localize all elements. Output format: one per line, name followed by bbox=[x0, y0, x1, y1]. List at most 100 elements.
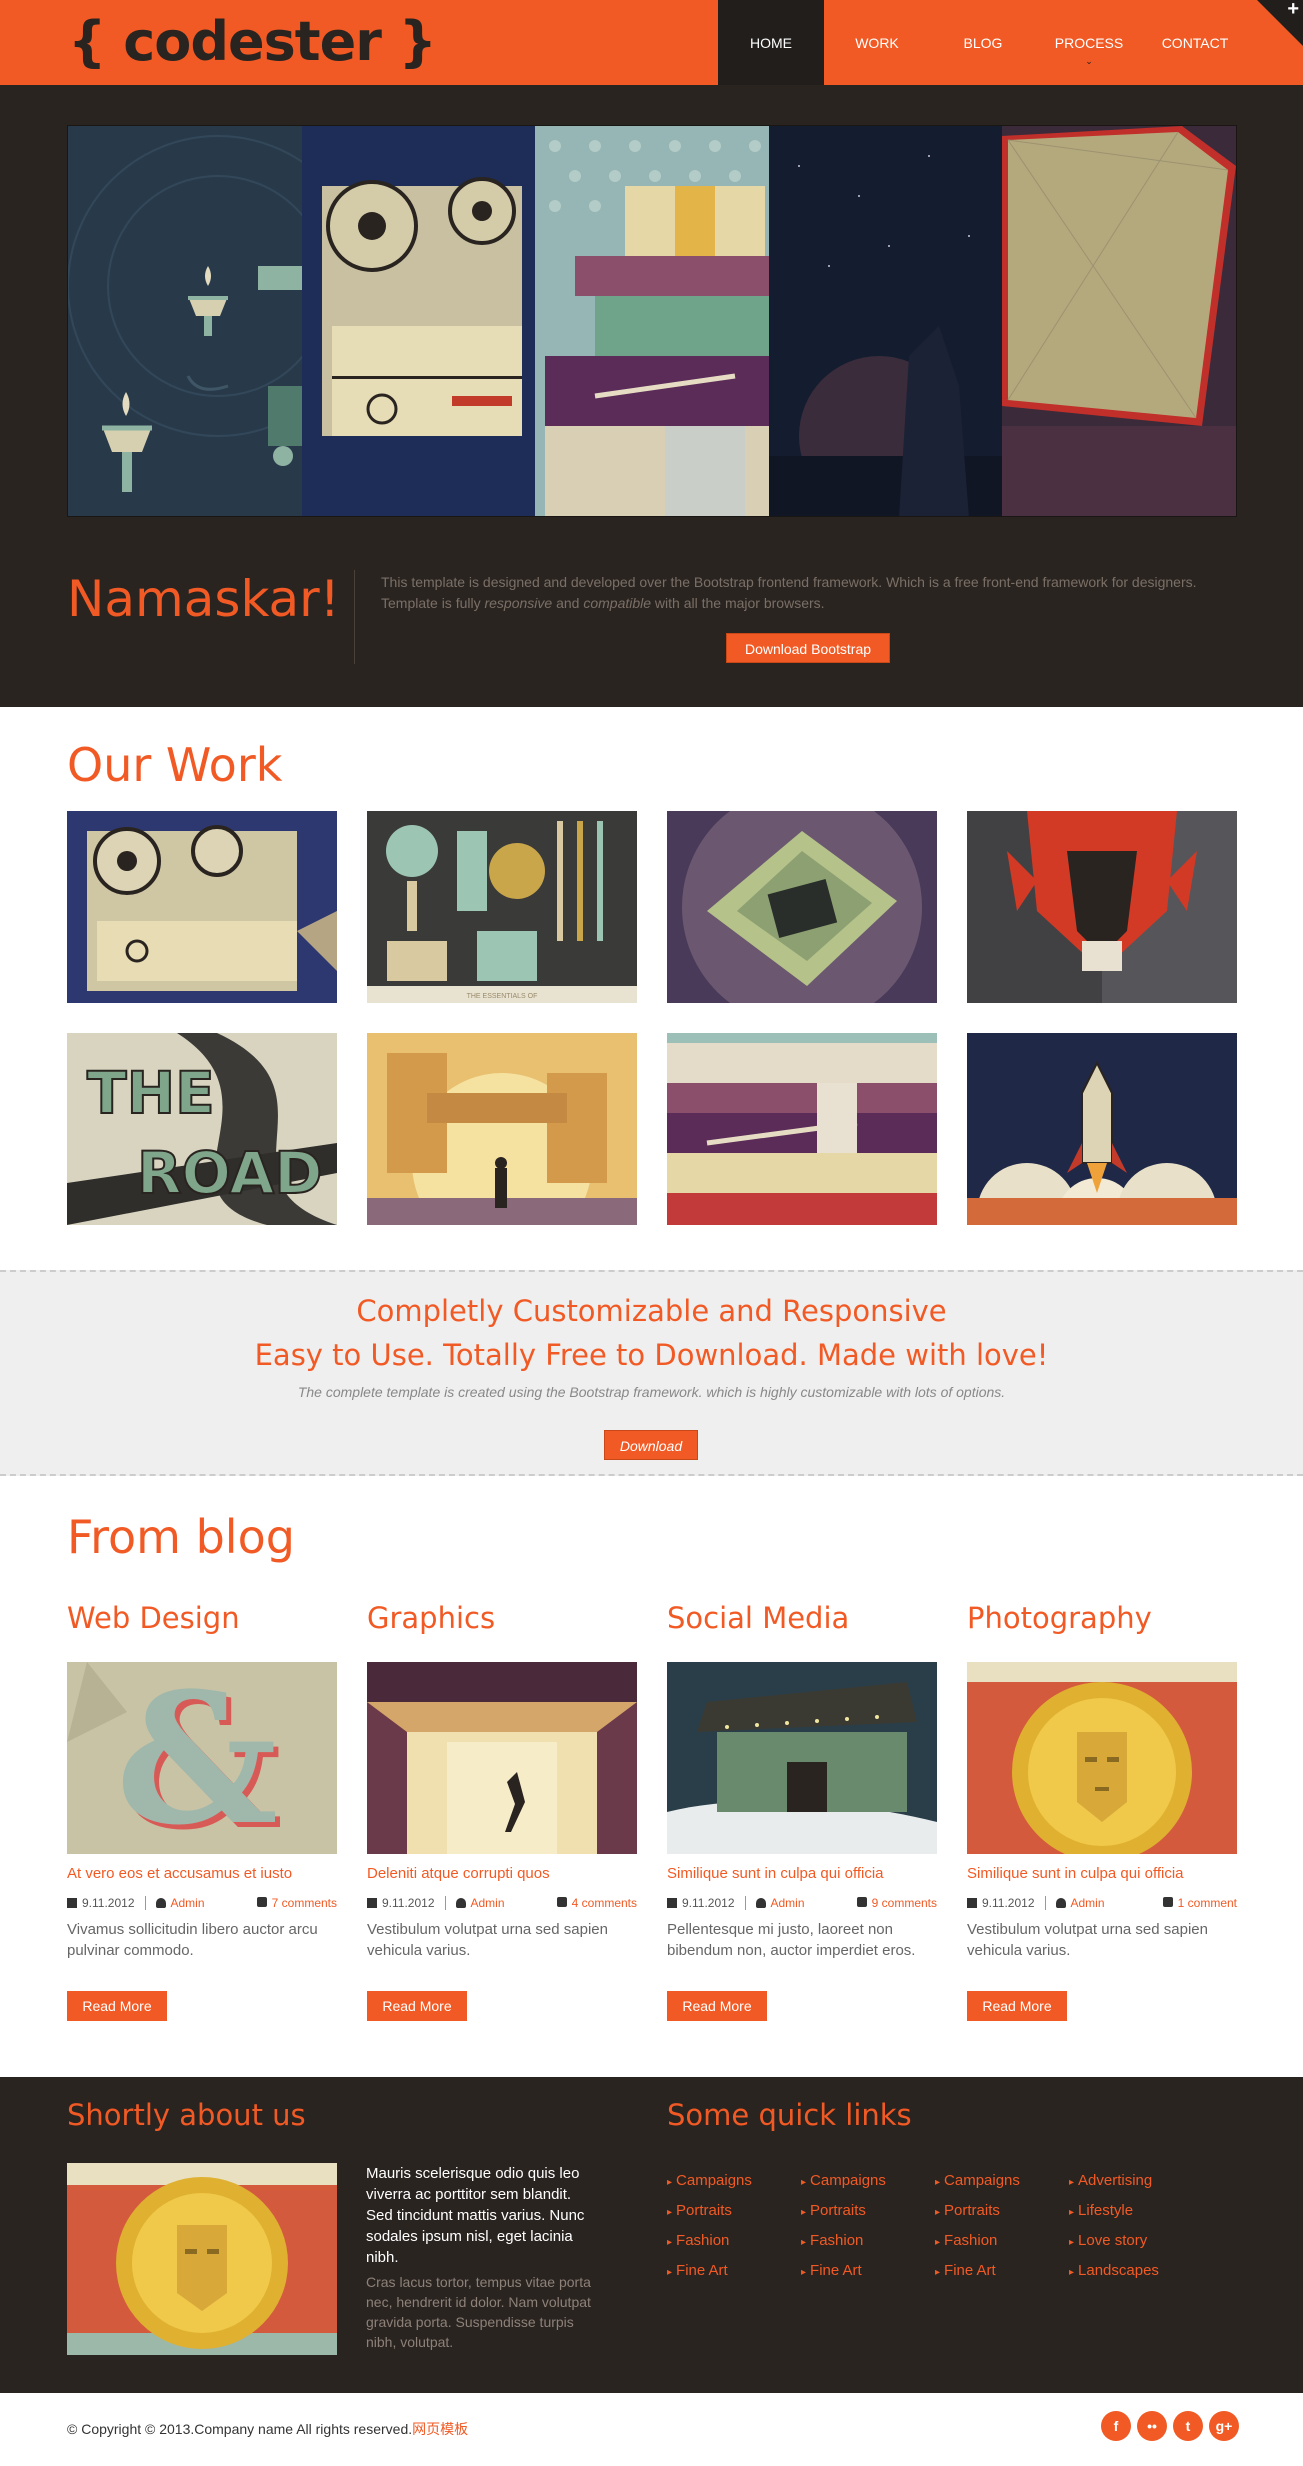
quick-link[interactable]: ▸ Campaigns bbox=[801, 2171, 933, 2201]
chevron-right-icon: ▸ bbox=[801, 2207, 807, 2218]
meta-divider bbox=[444, 1896, 446, 1910]
post-date: 9.11.2012 bbox=[682, 1896, 735, 1910]
nav-blog[interactable]: BLOG bbox=[930, 0, 1036, 85]
blog-post-title[interactable]: At vero eos et accusamus et iusto bbox=[67, 1864, 337, 1884]
about-text-light: Cras lacus tortor, tempus vitae porta ne… bbox=[366, 2274, 591, 2350]
read-more-button[interactable]: Read More bbox=[67, 1991, 167, 2021]
quick-link[interactable]: ▸ Portraits bbox=[801, 2201, 933, 2231]
quick-link[interactable]: ▸ Fashion bbox=[935, 2231, 1067, 2261]
quick-link[interactable]: ▸ Lifestyle bbox=[1069, 2201, 1201, 2231]
hero-slider[interactable] bbox=[67, 125, 1237, 517]
quick-link[interactable]: ▸ Campaigns bbox=[935, 2171, 1067, 2201]
work-tile-essentials[interactable]: THE ESSENTIALS OF bbox=[367, 811, 637, 1003]
meta-divider bbox=[744, 1896, 746, 1910]
nav-contact[interactable]: CONTACT bbox=[1142, 0, 1248, 85]
blog-post-title[interactable]: Deleniti atque corrupti quos bbox=[367, 1864, 637, 1884]
quick-links-title: Some quick links bbox=[667, 2098, 912, 2132]
quick-link-label: Love story bbox=[1078, 2232, 1148, 2249]
quick-link[interactable]: ▸ Fashion bbox=[801, 2231, 933, 2261]
intro-title: Namaskar! bbox=[67, 570, 340, 628]
blog-image-doorway[interactable] bbox=[367, 1662, 637, 1854]
blog-category[interactable]: Social Media bbox=[667, 1601, 937, 1635]
comment-icon bbox=[556, 1897, 567, 1907]
blog-excerpt: Vestibulum volutpat urna sed sapien vehi… bbox=[967, 1921, 1208, 1959]
user-icon bbox=[155, 1898, 166, 1908]
calendar-icon bbox=[667, 1898, 677, 1908]
quick-link-label: Campaigns bbox=[676, 2172, 752, 2189]
site-header: { codester } HOME WORK BLOG PROCESS ⌄ CON… bbox=[0, 0, 1303, 85]
blog-category[interactable]: Photography bbox=[967, 1601, 1237, 1635]
blog-category[interactable]: Graphics bbox=[367, 1601, 637, 1635]
quick-link[interactable]: ▸ Portraits bbox=[935, 2201, 1067, 2231]
quick-link[interactable]: ▸ Portraits bbox=[667, 2201, 799, 2231]
quick-link-label: Landscapes bbox=[1078, 2262, 1159, 2279]
read-more-button[interactable]: Read More bbox=[667, 1991, 767, 2021]
post-author-link[interactable]: Admin bbox=[471, 1896, 505, 1910]
blog-post: Graphics Deleniti atque corrupti quos 9.… bbox=[367, 1601, 637, 2021]
nav-work[interactable]: WORK bbox=[824, 0, 930, 85]
facebook-icon[interactable]: f bbox=[1101, 2411, 1131, 2441]
quick-link[interactable]: ▸ Landscapes bbox=[1069, 2261, 1201, 2291]
about-title: Shortly about us bbox=[67, 2098, 306, 2132]
post-author-link[interactable]: Admin bbox=[771, 1896, 805, 1910]
work-tile-projector[interactable] bbox=[67, 811, 337, 1003]
comment-icon bbox=[256, 1897, 267, 1907]
quick-link[interactable]: ▸ Love story bbox=[1069, 2231, 1201, 2261]
nav-home[interactable]: HOME bbox=[718, 0, 824, 85]
quick-link-label: Campaigns bbox=[944, 2172, 1020, 2189]
quick-link[interactable]: ▸ Fashion bbox=[667, 2231, 799, 2261]
blog-category[interactable]: Web Design bbox=[67, 1601, 337, 1635]
quick-link-label: Fashion bbox=[810, 2232, 864, 2249]
quick-link[interactable]: ▸ Fine Art bbox=[667, 2261, 799, 2291]
intro-text-emphasis: responsive bbox=[484, 595, 553, 611]
copyright-link[interactable]: 网页模板 bbox=[412, 2421, 468, 2437]
blog-excerpt: Pellentesque mi justo, laoreet non biben… bbox=[667, 1921, 916, 1959]
post-date: 9.11.2012 bbox=[382, 1896, 435, 1910]
quick-links-column: ▸ Campaigns ▸ Portraits ▸ Fashion ▸ Fine Art bbox=[667, 2171, 799, 2291]
post-author-link[interactable]: Admin bbox=[171, 1896, 205, 1910]
download-button[interactable]: Download bbox=[604, 1430, 698, 1460]
quick-link-label: Fine Art bbox=[676, 2262, 728, 2279]
post-comments-link[interactable]: 9 comments bbox=[872, 1896, 937, 1910]
flickr-icon[interactable]: •• bbox=[1137, 2411, 1167, 2441]
work-tile-ruins[interactable] bbox=[367, 1033, 637, 1225]
blog-post-title[interactable]: Similique sunt in culpa qui officia bbox=[667, 1864, 937, 1884]
plus-icon[interactable]: + bbox=[1287, 0, 1299, 21]
google-plus-icon[interactable]: g+ bbox=[1209, 2411, 1239, 2441]
work-tile-the-road[interactable]: THE ROAD bbox=[67, 1033, 337, 1225]
intro-text-part: with all the major browsers. bbox=[651, 595, 825, 611]
calendar-icon bbox=[967, 1898, 977, 1908]
quick-link[interactable]: ▸ Campaigns bbox=[667, 2171, 799, 2201]
logo[interactable]: { codester } bbox=[68, 10, 437, 74]
slider-panel-night bbox=[768, 126, 1003, 516]
read-more-button[interactable]: Read More bbox=[967, 1991, 1067, 2021]
twitter-icon[interactable]: t bbox=[1173, 2411, 1203, 2441]
work-tile-books[interactable] bbox=[667, 1033, 937, 1225]
chevron-right-icon: ▸ bbox=[1069, 2177, 1075, 2188]
quick-link[interactable]: ▸ Fine Art bbox=[935, 2261, 1067, 2291]
download-bootstrap-button[interactable]: Download Bootstrap bbox=[726, 633, 890, 663]
post-comments-link[interactable]: 7 comments bbox=[272, 1896, 337, 1910]
our-work-title: Our Work bbox=[67, 738, 283, 792]
chevron-right-icon: ▸ bbox=[1069, 2237, 1075, 2248]
quick-link[interactable]: ▸ Advertising bbox=[1069, 2171, 1201, 2201]
blog-image-house[interactable] bbox=[667, 1662, 937, 1854]
blog-image-ampersand[interactable]: & & bbox=[67, 1662, 337, 1854]
post-comments-link[interactable]: 4 comments bbox=[572, 1896, 637, 1910]
intro-text-emphasis: compatible bbox=[583, 595, 652, 611]
slider-panel-lamps bbox=[68, 126, 302, 516]
blog-post-title[interactable]: Similique sunt in culpa qui officia bbox=[967, 1864, 1237, 1884]
promo-headline-1: Completly Customizable and Responsive bbox=[356, 1294, 947, 1328]
post-author-link[interactable]: Admin bbox=[1071, 1896, 1105, 1910]
nav-process[interactable]: PROCESS ⌄ bbox=[1036, 0, 1142, 85]
work-tile-alien[interactable] bbox=[967, 811, 1237, 1003]
quick-link[interactable]: ▸ Fine Art bbox=[801, 2261, 933, 2291]
blog-excerpt: Vivamus sollicitudin libero auctor arcu … bbox=[67, 1921, 318, 1959]
quick-links-column: ▸ Campaigns ▸ Portraits ▸ Fashion ▸ Fine Art bbox=[935, 2171, 1067, 2291]
copyright: © Copyright © 2013.Company name All righ… bbox=[67, 2419, 468, 2439]
work-tile-rocket[interactable] bbox=[967, 1033, 1237, 1225]
post-comments-link[interactable]: 1 comment bbox=[1178, 1896, 1237, 1910]
blog-image-coin[interactable] bbox=[967, 1662, 1237, 1854]
read-more-button[interactable]: Read More bbox=[367, 1991, 467, 2021]
work-tile-cube[interactable] bbox=[667, 811, 937, 1003]
